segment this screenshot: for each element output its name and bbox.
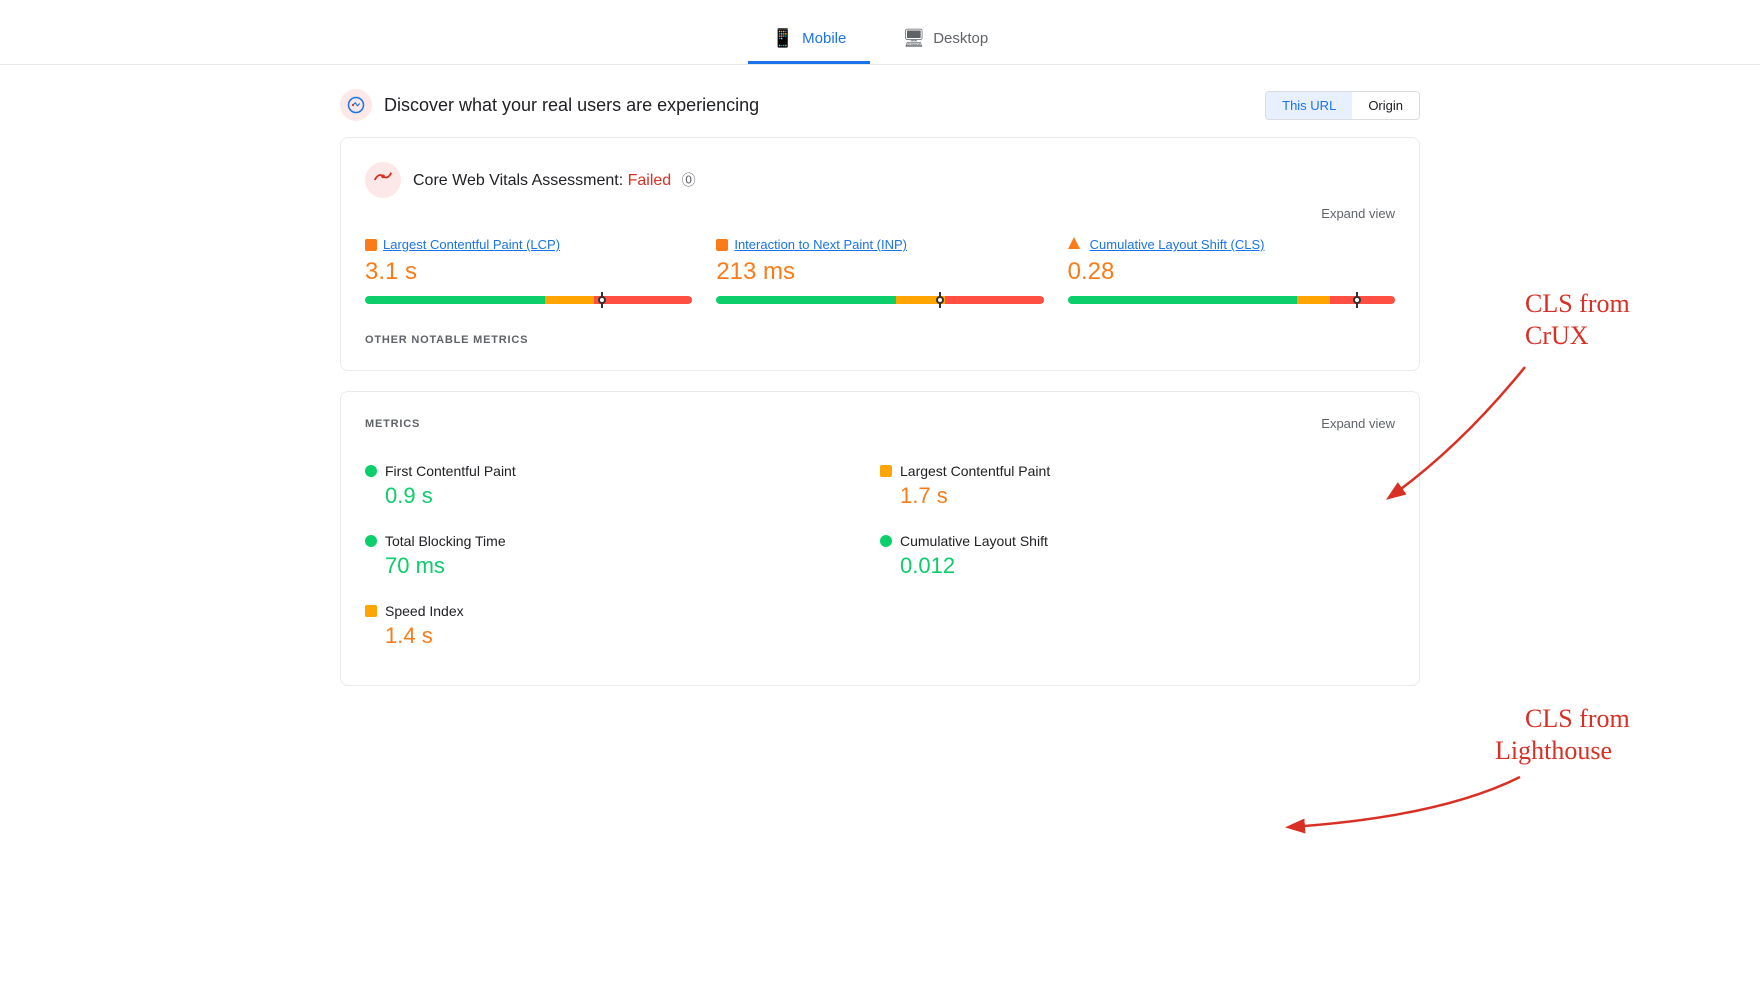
fcp-label: First Contentful Paint: [385, 463, 516, 479]
cls-bar-orange: [1297, 296, 1330, 304]
inp-label[interactable]: Interaction to Next Paint (INP): [716, 237, 1043, 252]
lcp2-value: 1.7 s: [880, 483, 1395, 509]
tab-desktop[interactable]: 🖥 Desktop: [878, 16, 1012, 64]
tab-bar: 📱 Mobile 🖥 Desktop: [0, 0, 1760, 65]
tbt-label: Total Blocking Time: [385, 533, 506, 549]
cls-value: 0.28: [1068, 258, 1395, 286]
chart-icon: [340, 89, 372, 121]
si-item: Speed Index 1.4 s: [365, 591, 880, 661]
inp-metric: Interaction to Next Paint (INP) 213 ms: [716, 237, 1043, 306]
cls-crux-text2: CrUX: [1525, 321, 1589, 350]
lcp-icon: [365, 239, 377, 251]
inp-value: 213 ms: [716, 258, 1043, 286]
mobile-icon: 📱: [772, 28, 794, 49]
lcp-bar-marker: [601, 292, 603, 308]
tbt-item: Total Blocking Time 70 ms: [365, 521, 880, 591]
lcp-marker-dot: [598, 296, 606, 304]
cls2-header: Cumulative Layout Shift: [880, 533, 1395, 549]
metrics-card-title: METRICS: [365, 418, 420, 430]
section-header: Discover what your real users are experi…: [340, 89, 1420, 121]
cls-lighthouse-arrow: [1290, 777, 1520, 827]
cls-bar-green: [1068, 296, 1297, 304]
cwv-expand-link[interactable]: Expand view: [1321, 206, 1395, 221]
lcp-bar-orange: [545, 296, 594, 304]
cwv-metrics-row: Largest Contentful Paint (LCP) 3.1 s: [365, 237, 1395, 306]
si-status-dot: [365, 605, 377, 617]
inp-icon: [716, 239, 728, 251]
metrics-expand-link[interactable]: Expand view: [1321, 416, 1395, 431]
this-url-button[interactable]: This URL: [1266, 92, 1352, 119]
metrics-card-header: METRICS Expand view: [365, 416, 1395, 431]
fcp-value: 0.9 s: [365, 483, 880, 509]
lcp-bar: [365, 296, 692, 306]
lcp-label[interactable]: Largest Contentful Paint (LCP): [365, 237, 692, 252]
lcp2-status-dot: [880, 465, 892, 477]
cls-lighthouse-text: CLS from: [1525, 704, 1630, 733]
expand-view-row: Expand view: [365, 206, 1395, 221]
metrics-card: METRICS Expand view First Contentful Pai…: [340, 391, 1420, 686]
cls-bar: [1068, 296, 1395, 306]
lcp-value: 3.1 s: [365, 258, 692, 286]
lcp-bar-green: [365, 296, 545, 304]
cls-metric: Cumulative Layout Shift (CLS) 0.28: [1068, 237, 1395, 306]
section-title-row: Discover what your real users are experi…: [340, 89, 759, 121]
lcp2-label: Largest Contentful Paint: [900, 463, 1050, 479]
section-title: Discover what your real users are experi…: [384, 95, 759, 116]
cls2-status-dot: [880, 535, 892, 547]
cls-label[interactable]: Cumulative Layout Shift (CLS): [1068, 237, 1395, 252]
si-header: Speed Index: [365, 603, 880, 619]
fcp-item: First Contentful Paint 0.9 s: [365, 451, 880, 521]
url-origin-toggle: This URL Origin: [1265, 91, 1420, 120]
si-label: Speed Index: [385, 603, 464, 619]
inp-bar-marker: [939, 292, 941, 308]
desktop-icon: 🖥: [902, 28, 925, 49]
inp-marker-dot: [936, 296, 944, 304]
inp-bar-red: [945, 296, 1043, 304]
fcp-status-dot: [365, 465, 377, 477]
cwv-header: Core Web Vitals Assessment: Failed ⓪: [365, 162, 1395, 198]
cls-lighthouse-text2: Lighthouse: [1495, 736, 1612, 765]
tbt-header: Total Blocking Time: [365, 533, 880, 549]
cls2-value: 0.012: [880, 553, 1395, 579]
other-metrics-label: OTHER NOTABLE METRICS: [365, 334, 1395, 346]
lcp-bar-red: [594, 296, 692, 304]
cls-bar-red: [1330, 296, 1395, 304]
cls-crux-text: CLS from: [1525, 289, 1630, 318]
tbt-value: 70 ms: [365, 553, 880, 579]
fcp-header: First Contentful Paint: [365, 463, 880, 479]
cls-bar-marker: [1356, 292, 1358, 308]
metrics-grid: First Contentful Paint 0.9 s Largest Con…: [365, 451, 1395, 661]
cwv-title: Core Web Vitals Assessment: Failed ⓪: [413, 170, 696, 190]
cls-marker-dot: [1353, 296, 1361, 304]
inp-bar: [716, 296, 1043, 306]
cwv-card: Core Web Vitals Assessment: Failed ⓪ Exp…: [340, 137, 1420, 371]
tab-mobile-label: Mobile: [802, 30, 846, 47]
origin-button[interactable]: Origin: [1352, 92, 1419, 119]
tab-desktop-label: Desktop: [933, 30, 988, 47]
si-value: 1.4 s: [365, 623, 880, 649]
cls2-item: Cumulative Layout Shift 0.012: [880, 521, 1395, 591]
cls2-label: Cumulative Layout Shift: [900, 533, 1048, 549]
cwv-help-icon[interactable]: ⓪: [682, 172, 696, 188]
tbt-status-dot: [365, 535, 377, 547]
lcp-metric: Largest Contentful Paint (LCP) 3.1 s: [365, 237, 692, 306]
tab-mobile[interactable]: 📱 Mobile: [748, 16, 871, 64]
cwv-status: Failed: [628, 172, 672, 189]
lcp2-item: Largest Contentful Paint 1.7 s: [880, 451, 1395, 521]
lcp2-header: Largest Contentful Paint: [880, 463, 1395, 479]
inp-bar-green: [716, 296, 896, 304]
cwv-icon: [365, 162, 401, 198]
cls-triangle-icon: [1068, 237, 1080, 252]
